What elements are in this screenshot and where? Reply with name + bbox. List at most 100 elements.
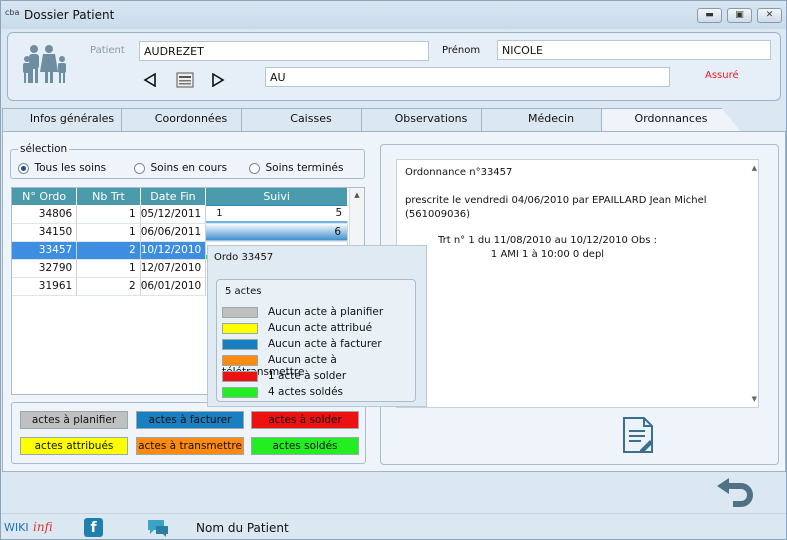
ordonnance-prescriber-id: (561009036) — [405, 209, 471, 220]
legend-facturer[interactable]: actes à facturer — [136, 411, 244, 429]
radio-checked-icon — [18, 162, 29, 174]
cell-date: 06/06/2011 — [140, 223, 207, 242]
family-icon — [22, 43, 68, 90]
legend-attribues[interactable]: actes attribués — [20, 437, 128, 455]
legend-label: actes attribués — [34, 440, 114, 452]
ordonnance-prescriber: prescrite le vendredi 04/06/2010 par EPA… — [405, 195, 707, 206]
legend-label: actes à planifier — [31, 414, 117, 426]
prev-arrow-icon[interactable] — [143, 72, 157, 90]
legend-solder[interactable]: actes à solder — [251, 411, 359, 429]
scroll-up-icon[interactable]: ▲ — [752, 161, 757, 175]
app-icon: cba — [5, 8, 20, 17]
tooltip-item: Aucun acte attribué — [222, 322, 412, 338]
ordonnance-detail: Ordonnance n°33457 prescrite le vendredi… — [396, 159, 759, 408]
table-row[interactable]: 34150 1 06/06/2011 6 — [12, 223, 348, 242]
next-arrow-icon[interactable] — [211, 72, 225, 90]
legend-label: actes à solder — [268, 414, 342, 426]
tooltip-item-label: 1 acte à solder — [268, 370, 347, 382]
ordonnance-treatment: Trt n° 1 du 11/08/2010 au 10/12/2010 Obs… — [437, 235, 658, 246]
suivi-tooltip: Ordo 33457 5 actes Aucun acte à planifie… — [207, 245, 427, 407]
scroll-up-icon[interactable]: ▲ — [350, 191, 364, 199]
scroll-down-icon[interactable]: ▼ — [752, 392, 757, 406]
swatch-attribue — [222, 322, 258, 334]
suivi-value: 6 — [205, 223, 348, 242]
suivi-value: 5 — [228, 206, 349, 221]
cell-ordo: 34806 — [12, 205, 78, 224]
cell-ordo: 33457 — [12, 241, 78, 260]
tooltip-title: Ordo 33457 — [214, 252, 274, 263]
insured-status: Assuré — [705, 70, 739, 81]
tab-medecin[interactable]: Médecin — [481, 108, 621, 132]
patient-name-label: Nom du Patient — [196, 521, 289, 535]
cell-nb: 2 — [76, 277, 141, 296]
col-header-date[interactable]: Date Fin — [140, 188, 207, 205]
tab-caisses[interactable]: Caisses — [241, 108, 381, 132]
radio-unchecked-icon — [249, 162, 260, 174]
ordonnance-acts: 1 AMI 1 à 10:00 0 depl — [490, 249, 605, 260]
cell-nb: 2 — [76, 241, 141, 260]
radio-soins-en-cours[interactable]: Soins en cours — [134, 161, 227, 174]
tooltip-detail: 5 actes Aucun acte à planifier Aucun act… — [216, 279, 416, 402]
tooltip-count: 5 actes — [225, 286, 262, 297]
cell-nb: 1 — [76, 259, 141, 278]
swatch-soldes — [222, 386, 258, 398]
swatch-teletransmettre — [222, 354, 258, 366]
swatch-solder — [222, 370, 258, 382]
tab-ordonnances[interactable]: Ordonnances — [601, 108, 741, 132]
patient-label: Patient — [90, 45, 125, 56]
tab-observations[interactable]: Observations — [361, 108, 501, 132]
back-arrow-icon[interactable] — [711, 476, 759, 517]
close-icon[interactable]: ✕ — [757, 8, 782, 23]
title-bar: cba Dossier Patient ▬ ▣ ✕ — [1, 1, 786, 29]
ordonnance-title: Ordonnance n°33457 — [405, 167, 513, 178]
address-field[interactable]: AU — [265, 67, 670, 87]
tooltip-item: 1 acte à solder — [222, 370, 412, 386]
radio-soins-termines[interactable]: Soins terminés — [249, 161, 343, 174]
cell-date: 10/12/2010 — [140, 241, 207, 260]
cell-date: 05/12/2011 — [140, 205, 207, 224]
chat-icon[interactable] — [146, 518, 170, 539]
suivi-cell: 1 5 — [205, 205, 349, 224]
cell-ordo: 34150 — [12, 223, 78, 242]
col-header-ordo[interactable]: N° Ordo — [12, 188, 78, 205]
legend-soldes[interactable]: actes soldés — [251, 437, 359, 455]
footer-bar: WIKI infi f Nom du Patient — [1, 513, 786, 539]
tooltip-item: Aucun acte à facturer — [222, 338, 412, 354]
card-icon[interactable] — [176, 71, 194, 92]
col-header-nb[interactable]: Nb Trt — [76, 188, 141, 205]
radio-tous-les-soins[interactable]: Tous les soins — [18, 161, 106, 174]
radio-unchecked-icon — [134, 162, 145, 174]
patient-header: Patient AUDREZET Prénom NICOLE AU Assuré — [7, 32, 781, 101]
tab-coordonnees[interactable]: Coordonnées — [121, 108, 261, 132]
patient-window: cba Dossier Patient ▬ ▣ ✕ Patient AUDREZ… — [0, 0, 787, 540]
prenom-field[interactable]: NICOLE — [497, 40, 771, 60]
tooltip-item: 4 actes soldés — [222, 386, 412, 402]
legend-planifier[interactable]: actes à planifier — [20, 411, 128, 429]
cell-nb: 1 — [76, 223, 141, 242]
cell-date: 06/01/2010 — [140, 277, 207, 296]
col-header-suivi[interactable]: Suivi — [205, 188, 348, 205]
table-row[interactable]: 34806 1 05/12/2011 1 5 — [12, 205, 349, 224]
patient-name-field[interactable]: AUDREZET — [139, 41, 429, 61]
swatch-planifier — [222, 306, 258, 318]
minimize-icon[interactable]: ▬ — [697, 8, 722, 23]
tooltip-item-label: Aucun acte à planifier — [268, 306, 384, 318]
suivi-left-value: 1 — [206, 206, 229, 221]
document-edit-icon[interactable] — [620, 416, 656, 457]
tooltip-item-label: Aucun acte attribué — [268, 322, 373, 334]
swatch-facturer — [222, 338, 258, 350]
facebook-icon[interactable]: f — [84, 518, 103, 537]
tooltip-item: Aucun acte à planifier — [222, 306, 412, 322]
legend-transmettre[interactable]: actes à transmettre — [136, 437, 244, 455]
infi-label[interactable]: infi — [33, 520, 53, 534]
tooltip-item: Aucun acte à télétransmettre — [222, 354, 412, 378]
maximize-icon[interactable]: ▣ — [727, 8, 752, 23]
prenom-label: Prénom — [442, 45, 481, 56]
legend-label: actes à facturer — [148, 414, 232, 426]
cell-ordo: 32790 — [12, 259, 78, 278]
radio-label: Soins en cours — [150, 162, 228, 174]
radio-label: Soins terminés — [265, 162, 344, 174]
wiki-label[interactable]: WIKI — [4, 521, 29, 534]
tooltip-item-label: 4 actes soldés — [268, 386, 344, 398]
legend-label: actes à transmettre — [138, 440, 242, 452]
